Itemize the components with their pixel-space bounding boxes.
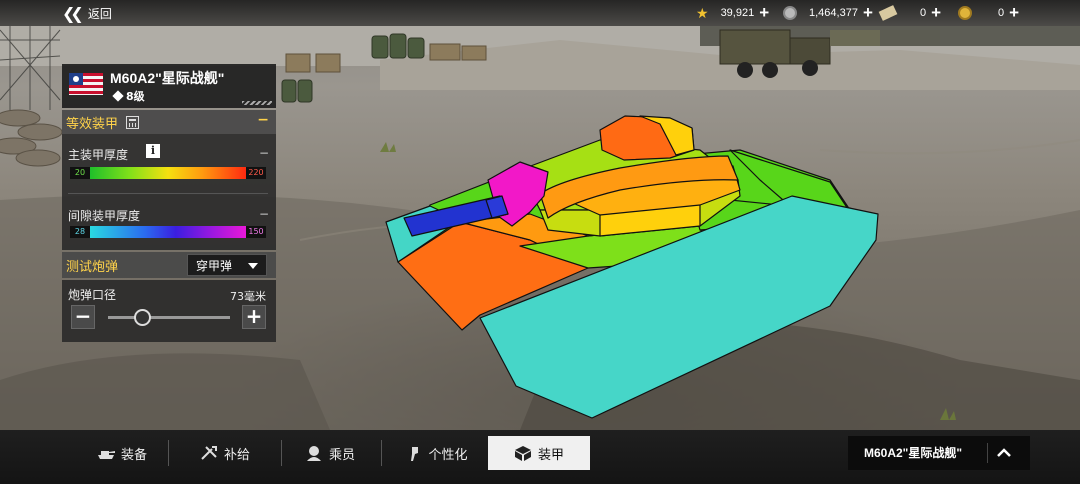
spaced-armor-label: 间隙装甲厚度 xyxy=(68,209,141,223)
main-armor-gradient: 20 220 xyxy=(70,167,266,179)
tab-crew-label: 乘员 xyxy=(328,447,355,463)
back-button[interactable]: ❮❮ 返回 xyxy=(62,3,112,23)
calculator-icon[interactable] xyxy=(126,115,140,129)
tab-equipment[interactable]: 装备 xyxy=(82,436,162,470)
main-armor-color-scale xyxy=(90,167,246,179)
tab-divider xyxy=(381,440,382,466)
tank-name: M60A2"星际战舰" xyxy=(110,70,225,86)
tab-supplies[interactable]: 补给 xyxy=(185,436,265,470)
info-icon[interactable]: i xyxy=(146,144,160,158)
add-gold-button[interactable]: + xyxy=(759,4,769,21)
caliber-label: 炮弹口径 xyxy=(68,288,117,302)
tab-divider xyxy=(168,440,169,466)
tab-crew[interactable]: 乘员 xyxy=(292,436,368,470)
tab-customization[interactable]: 个性化 xyxy=(396,436,476,470)
coin-value: 0 xyxy=(998,7,1005,19)
gold-balance[interactable]: ★ 39,921 + xyxy=(696,4,769,22)
chevron-down-icon xyxy=(248,263,258,269)
top-bar: ❮❮ 返回 ★ 39,921 + 1,464,377 + 0 + 0 + xyxy=(0,0,1080,26)
armor-box-icon xyxy=(514,446,531,461)
spaced-armor-max: 150 xyxy=(246,226,266,238)
crew-icon xyxy=(306,446,321,461)
add-credits-button[interactable]: + xyxy=(863,4,873,21)
tools-icon xyxy=(201,446,217,460)
main-armor-min: 20 xyxy=(70,167,90,179)
paint-brush-icon xyxy=(411,447,419,461)
tank-icon xyxy=(97,451,115,459)
main-armor-max: 220 xyxy=(246,167,266,179)
tab-equipment-label: 装备 xyxy=(120,447,147,463)
gold-value: 39,921 xyxy=(720,7,755,19)
test-shell-title: 测试炮弹 xyxy=(66,259,119,275)
shell-type-value: 穿甲弹 xyxy=(196,258,233,273)
back-label: 返回 xyxy=(87,6,112,21)
tier-label: 8级 xyxy=(126,90,145,103)
collapse-spaced-armor-button[interactable]: − xyxy=(259,207,269,221)
chevron-up-icon[interactable] xyxy=(994,443,1014,463)
spaced-armor-gradient: 28 150 xyxy=(70,226,266,238)
caliber-value: 73毫米 xyxy=(230,290,266,303)
card-hatch-decoration xyxy=(242,101,272,105)
usa-flag-icon xyxy=(69,73,103,95)
coin-balance[interactable]: 0 + xyxy=(958,4,1019,22)
ticket-value: 0 xyxy=(920,7,927,19)
ticket-balance[interactable]: 0 + xyxy=(878,4,941,22)
tier-diamond-icon xyxy=(112,90,124,102)
vehicle-selector-divider xyxy=(987,443,988,463)
credits-value: 1,464,377 xyxy=(809,7,858,19)
spaced-armor-min: 28 xyxy=(70,226,90,238)
collapse-armor-button[interactable]: − xyxy=(257,112,269,128)
add-ticket-button[interactable]: + xyxy=(931,4,941,21)
tab-supplies-label: 补给 xyxy=(223,447,250,463)
gold-star-icon: ★ xyxy=(696,4,709,21)
decrease-caliber-button[interactable]: − xyxy=(71,305,95,329)
experience-ticket-icon xyxy=(878,5,898,21)
tab-armor[interactable]: 装甲 xyxy=(488,436,590,470)
main-armor-label: 主装甲厚度 xyxy=(68,148,129,162)
add-coin-button[interactable]: + xyxy=(1009,4,1019,21)
vehicle-selector-name: M60A2"星际战舰" xyxy=(864,446,963,460)
tab-customization-label: 个性化 xyxy=(428,447,468,463)
collapse-main-armor-button[interactable]: − xyxy=(259,146,269,160)
silver-credits-icon xyxy=(783,6,797,20)
credits-balance[interactable]: 1,464,377 + xyxy=(783,4,873,22)
tab-divider xyxy=(281,440,282,466)
caliber-slider[interactable] xyxy=(108,316,230,319)
double-chevron-left-icon: ❮❮ xyxy=(62,3,84,23)
tab-armor-label: 装甲 xyxy=(537,447,564,463)
shell-type-dropdown[interactable]: 穿甲弹 xyxy=(187,254,267,276)
legend-divider xyxy=(68,193,268,194)
tank-info-card: M60A2"星际战舰" 8级 xyxy=(62,64,276,108)
tank-tier: 8级 xyxy=(112,88,145,104)
equivalent-armor-header[interactable]: 等效装甲 − xyxy=(62,110,276,134)
increase-caliber-button[interactable]: + xyxy=(242,305,266,329)
gold-coin-icon xyxy=(958,6,972,20)
equivalent-armor-title: 等效装甲 xyxy=(66,116,119,132)
spaced-armor-color-scale xyxy=(90,226,246,238)
